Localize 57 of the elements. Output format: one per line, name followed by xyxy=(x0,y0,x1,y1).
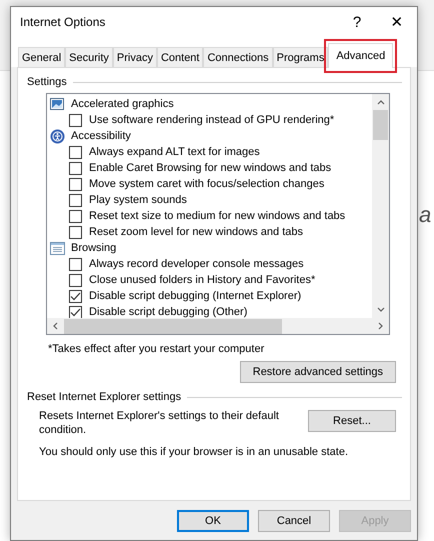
reset-button[interactable]: Reset... xyxy=(308,410,396,432)
accessibility-icon xyxy=(50,128,65,144)
checkbox-label[interactable]: Reset text size to medium for new windows and tabs xyxy=(89,210,346,222)
checkbox[interactable] xyxy=(69,274,82,286)
checkbox-label[interactable]: Play system sounds xyxy=(89,194,187,206)
vertical-scrollbar[interactable] xyxy=(372,94,389,318)
tab[interactable]: Programs xyxy=(272,47,328,67)
restore-button[interactable]: Restore advanced settings xyxy=(240,361,396,383)
checkbox-label[interactable]: Disable script debugging (Other) xyxy=(89,306,248,318)
scroll-thumb[interactable] xyxy=(373,110,388,140)
scroll-right-icon[interactable] xyxy=(378,322,384,330)
group-label: Reset Internet Explorer settings xyxy=(27,391,182,403)
tab[interactable]: Security xyxy=(65,47,113,67)
checkbox-label[interactable]: Disable script debugging (Internet Explorer) xyxy=(89,290,302,302)
checkbox[interactable] xyxy=(69,146,82,158)
checkbox[interactable] xyxy=(69,290,82,302)
category-label: Browsing xyxy=(71,242,116,254)
dialog-button[interactable]: OK xyxy=(177,510,249,532)
category-label: Accelerated graphics xyxy=(71,98,174,110)
scroll-left-icon[interactable] xyxy=(52,322,58,330)
tab[interactable]: Content xyxy=(156,47,204,67)
scroll-down-icon[interactable] xyxy=(376,307,384,313)
settings-list[interactable] xyxy=(46,93,390,335)
category-label: Accessibility xyxy=(71,130,131,142)
scroll-thumb[interactable] xyxy=(64,318,282,334)
checkbox-label[interactable]: Reset zoom level for new windows and tabs xyxy=(89,226,303,238)
warning-text: You should only use this if your browser is in an unusable state. xyxy=(39,446,349,458)
tab[interactable]: General xyxy=(18,47,66,67)
checkbox[interactable] xyxy=(69,210,82,222)
checkbox-label[interactable]: Close unused folders in History and Favorites* xyxy=(89,274,316,286)
checkbox[interactable] xyxy=(69,258,82,270)
footnote-text: *Takes effect after you restart your computer xyxy=(48,343,266,355)
tab[interactable]: Advanced xyxy=(328,43,394,68)
checkbox[interactable] xyxy=(69,178,82,190)
checkbox-label[interactable]: Move system caret with focus/selection changes xyxy=(89,178,324,190)
checkbox[interactable] xyxy=(69,114,82,126)
picture-icon xyxy=(50,98,65,110)
scroll-up-icon[interactable] xyxy=(376,99,384,105)
checkbox[interactable] xyxy=(69,226,82,238)
window-title: Internet Options xyxy=(20,15,106,29)
page-text: a xyxy=(419,202,432,228)
dialog-button[interactable]: Cancel xyxy=(258,510,330,532)
checkbox[interactable] xyxy=(69,194,82,206)
description-text: Resets Internet Explorer's settings to their default condition. xyxy=(39,409,280,437)
horizontal-scrollbar[interactable] xyxy=(47,318,389,334)
checkbox-label[interactable]: Use software rendering instead of GPU rendering* xyxy=(89,114,334,126)
tab[interactable]: Connections xyxy=(203,47,273,67)
checkbox[interactable] xyxy=(69,162,82,174)
checkbox-label[interactable]: Always record developer console messages xyxy=(89,258,304,270)
checkbox-label[interactable]: Enable Caret Browsing for new windows and tabs xyxy=(89,162,332,174)
tab[interactable]: Privacy xyxy=(112,47,157,67)
checkbox-label[interactable]: Always expand ALT text for images xyxy=(89,146,260,158)
close-button[interactable]: ✕ xyxy=(377,7,417,37)
help-button[interactable]: ? xyxy=(337,7,377,37)
list-icon xyxy=(50,242,65,254)
checkbox[interactable] xyxy=(69,306,82,318)
group-label: Settings xyxy=(27,76,67,88)
